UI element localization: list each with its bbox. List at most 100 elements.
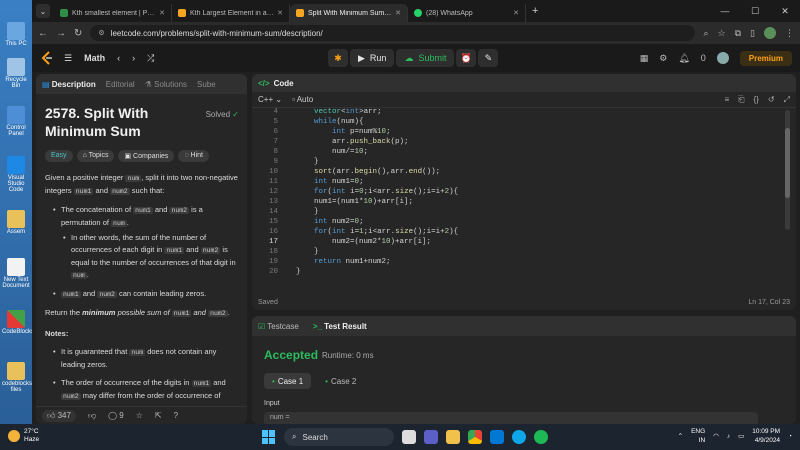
format-icon[interactable]: ≡: [724, 95, 729, 105]
browser-tab[interactable]: (28) WhatsApp ✕: [408, 4, 526, 22]
note-icon: ✎: [484, 52, 493, 63]
browser-tab[interactable]: Kth Largest Element in an Array✕: [172, 4, 290, 22]
code-line: for(int i=1;i<arr.size();i=i+2){: [314, 228, 459, 236]
zoom-icon[interactable]: ⌕: [703, 28, 708, 39]
browser-tab-active[interactable]: Split With Minimum Sum - Lee✕: [290, 4, 408, 22]
desktop: This PC Recycle Bin Control Panel Visual…: [0, 0, 34, 424]
shuffle-icon[interactable]: ⤮: [147, 53, 154, 64]
reload-icon[interactable]: ↻: [74, 28, 82, 39]
comments-button[interactable]: ◯ 9: [108, 411, 124, 420]
favorite-star-icon[interactable]: ☆: [136, 411, 143, 420]
edge-icon[interactable]: [512, 430, 526, 444]
language-indicator[interactable]: ENG IN: [691, 427, 705, 445]
debug-button[interactable]: ✱: [328, 49, 348, 67]
companies-tag[interactable]: ▣ Companies: [118, 150, 175, 162]
settings-gear-icon[interactable]: ⚙: [659, 53, 667, 64]
desktop-icon-codeblocks-files[interactable]: codeblocks files: [2, 362, 32, 393]
chrome-icon[interactable]: [468, 430, 482, 444]
profile-avatar[interactable]: [764, 27, 776, 39]
description-panel: ▤ Description Editorial ⚗ Solutions Sube…: [36, 74, 247, 424]
problem-list-icon[interactable]: ☰: [64, 53, 72, 64]
scrollbar-thumb[interactable]: [785, 128, 790, 198]
desktop-icon-new-text[interactable]: New Text Document: [2, 258, 30, 289]
tab-description[interactable]: ▤ Description: [42, 80, 96, 89]
code-editor[interactable]: 4 5 6 7 8 9 10 11 12 13 14 15 16 17 18 1…: [252, 108, 796, 280]
problem-list-title[interactable]: Math: [84, 53, 105, 63]
close-icon[interactable]: ✕: [159, 9, 165, 17]
editor-scrollbar[interactable]: [785, 110, 790, 230]
premium-button[interactable]: Premium: [739, 50, 792, 66]
timer-button[interactable]: ⏰: [456, 49, 477, 67]
reset-icon[interactable]: ↺: [768, 95, 775, 105]
tab-test-result[interactable]: >_ Test Result: [313, 322, 367, 331]
control-panel-icon: [7, 106, 25, 124]
tab-solutions[interactable]: ⚗ Solutions: [145, 80, 187, 89]
volume-icon[interactable]: ♪: [727, 433, 730, 440]
new-tab-button[interactable]: +: [532, 5, 538, 17]
next-problem-icon[interactable]: ›: [132, 53, 135, 63]
bookmark-icon[interactable]: ⎗: [738, 95, 744, 105]
notes-button[interactable]: ✎: [478, 49, 499, 67]
tab-testcase[interactable]: ☑ Testcase: [258, 322, 299, 331]
close-icon[interactable]: ✕: [277, 9, 283, 17]
checkbox-icon: ☑: [258, 321, 268, 331]
desktop-icon-recycle-bin[interactable]: Recycle Bin: [2, 58, 30, 89]
hint-tag[interactable]: ◌ Hint: [178, 150, 209, 162]
more-menu-icon[interactable]: ⋮: [785, 28, 794, 39]
notification-icon[interactable]: ◔: [788, 433, 792, 440]
chevron-up-icon[interactable]: ⌃: [678, 432, 683, 440]
bookmark-star-icon[interactable]: ☆: [718, 28, 726, 39]
close-icon[interactable]: ✕: [513, 9, 519, 17]
wifi-icon[interactable]: ◠: [713, 432, 719, 440]
language-select[interactable]: C++ ⌄: [258, 95, 282, 104]
case-tab[interactable]: • Case 2: [317, 373, 364, 389]
run-button[interactable]: ▶ Run: [350, 49, 395, 67]
dislike-icon[interactable]: 👎︎: [88, 411, 96, 421]
mail-icon[interactable]: [490, 430, 504, 444]
clock[interactable]: 10:09 PM 4/9/2024: [752, 427, 780, 445]
site-info-icon[interactable]: ⚙: [98, 29, 104, 37]
spotify-icon[interactable]: [534, 430, 548, 444]
taskbar-search[interactable]: ⌕ Search: [284, 428, 394, 446]
share-icon[interactable]: ⇱: [155, 411, 162, 420]
battery-icon[interactable]: ▭: [738, 432, 744, 440]
editor-status-bar: Saved Ln 17, Col 23: [252, 294, 796, 310]
close-window-icon[interactable]: ✕: [770, 6, 800, 17]
fullscreen-icon[interactable]: ⤢: [784, 95, 790, 105]
back-icon[interactable]: ←: [38, 28, 48, 39]
tab-submissions[interactable]: Sube: [197, 80, 216, 89]
task-view-icon[interactable]: [402, 430, 416, 444]
auto-mode[interactable]: ▫ Auto: [292, 95, 313, 104]
prev-problem-icon[interactable]: ‹: [117, 53, 120, 63]
tab-menu-button[interactable]: ⌄: [36, 4, 50, 18]
notifications-bell-icon[interactable]: 🔔︎: [678, 53, 689, 64]
browser-tab[interactable]: Kth smallest element | Practice |✕: [54, 4, 172, 22]
desktop-icon-codeblocks[interactable]: CodeBlocks: [2, 310, 34, 335]
sidebar-icon[interactable]: ▯: [750, 28, 755, 39]
windows-start-icon[interactable]: [262, 430, 276, 444]
close-icon[interactable]: ✕: [395, 9, 401, 17]
desktop-icon-this-pc[interactable]: This PC: [2, 22, 30, 47]
desktop-icon-vscode[interactable]: Visual Studio Code: [2, 156, 30, 193]
file-explorer-icon[interactable]: [446, 430, 460, 444]
minimize-icon[interactable]: —: [710, 6, 740, 17]
layout-grid-icon[interactable]: ▦: [640, 53, 649, 64]
maximize-icon[interactable]: ☐: [740, 6, 770, 17]
user-avatar[interactable]: [716, 52, 729, 64]
case-tab[interactable]: • Case 1: [264, 373, 312, 389]
forward-icon[interactable]: →: [56, 28, 66, 39]
tab-editorial[interactable]: Editorial: [106, 80, 135, 89]
help-icon[interactable]: ?: [174, 411, 178, 420]
topics-tag[interactable]: ⌂ Topics: [76, 150, 115, 162]
desktop-icon-assem[interactable]: Assem: [2, 210, 30, 235]
desktop-icon-control-panel[interactable]: Control Panel: [2, 106, 30, 137]
submit-button[interactable]: ☁ Submit: [396, 49, 455, 67]
teams-icon[interactable]: [424, 430, 438, 444]
weather-widget[interactable]: 27°C Haze: [8, 428, 39, 444]
leetcode-logo-icon[interactable]: [40, 51, 54, 65]
like-button[interactable]: 👍︎ 347: [42, 409, 76, 422]
braces-icon[interactable]: {}: [754, 95, 759, 105]
url-field[interactable]: ⚙ leetcode.com/problems/split-with-minimu…: [90, 25, 696, 41]
description-doc-icon: ▤: [42, 79, 52, 89]
extensions-icon[interactable]: ⧉: [735, 28, 741, 39]
